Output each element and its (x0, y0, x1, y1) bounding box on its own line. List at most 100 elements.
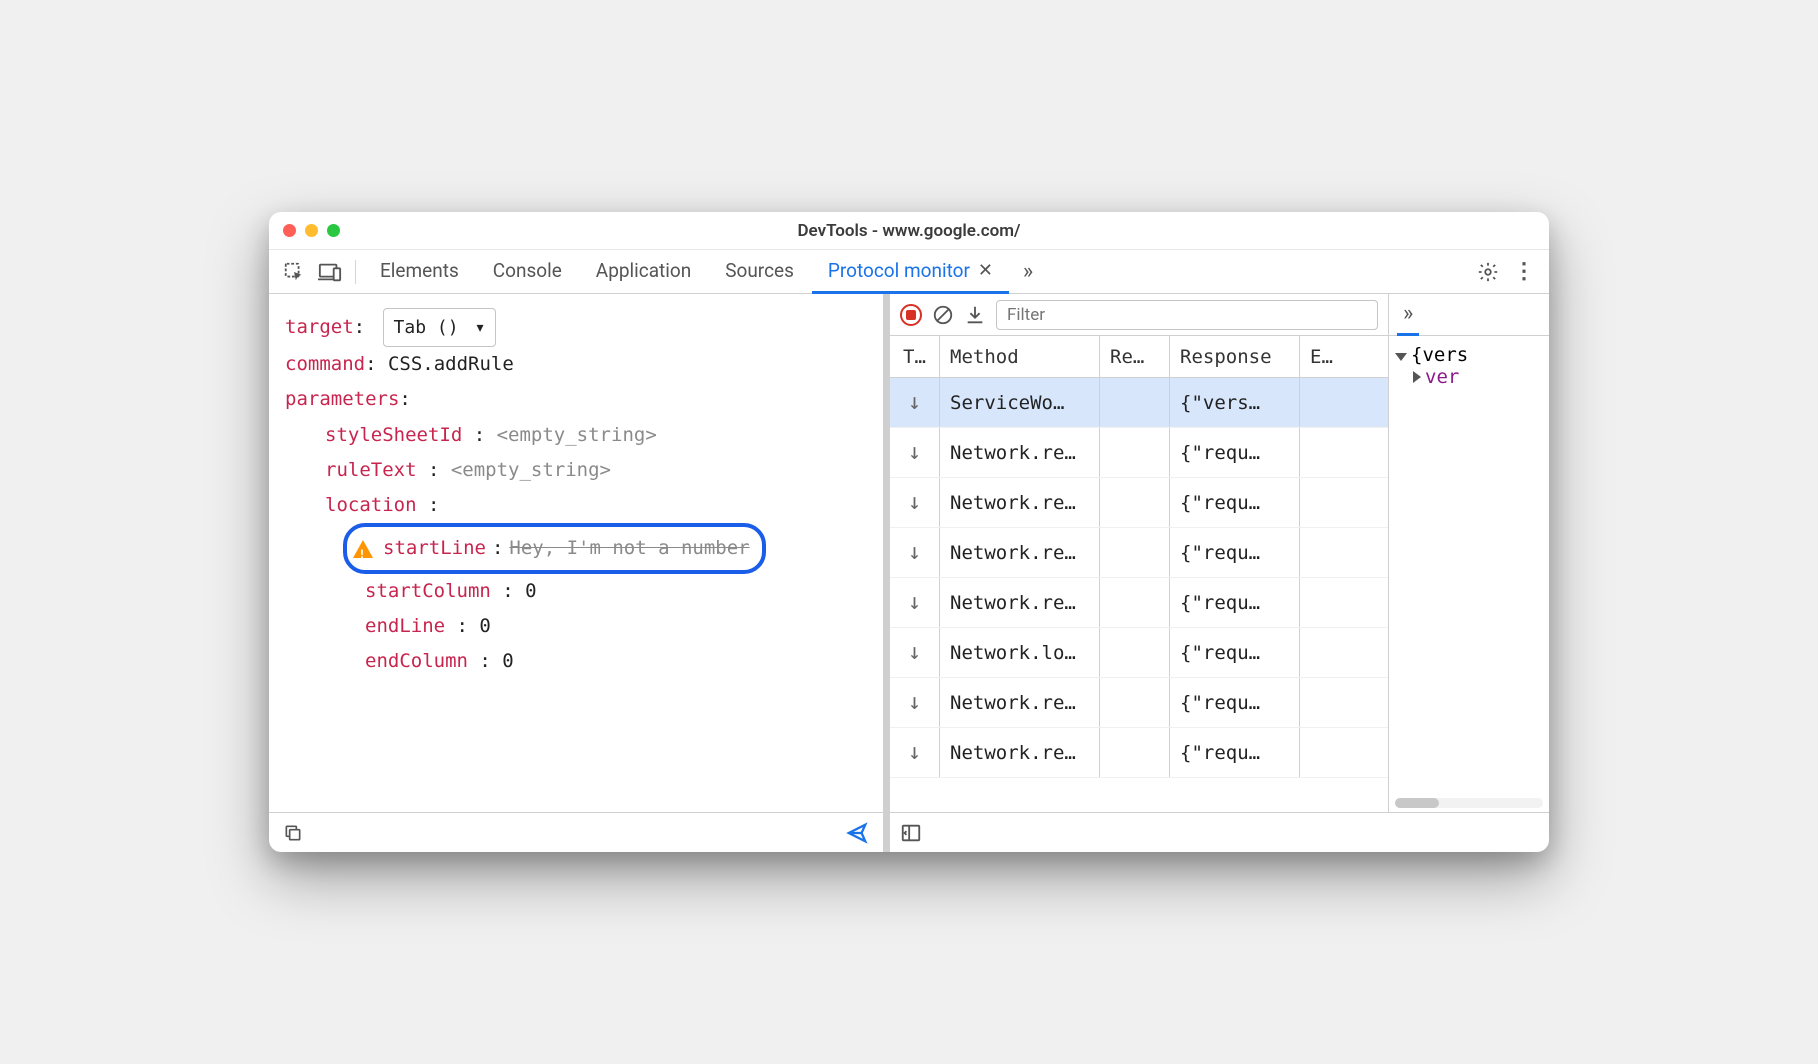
arrow-down-icon: ↓ (908, 440, 921, 465)
filter-input[interactable] (996, 300, 1378, 330)
tabbar-divider (355, 260, 356, 284)
content-area: target: Tab () ▾ command: CSS.addRule pa… (269, 294, 1549, 852)
command-value: CSS.addRule (388, 353, 514, 375)
device-toolbar-icon[interactable] (313, 255, 347, 289)
record-button[interactable] (900, 304, 922, 326)
tree-root[interactable]: {vers (1395, 344, 1543, 366)
param-stylesheetid-key: styleSheetId (325, 424, 462, 446)
tab-sources[interactable]: Sources (709, 250, 810, 294)
table-row[interactable]: ↓ServiceWo…{"vers… (890, 378, 1388, 428)
cell-request (1100, 728, 1170, 777)
cell-response: {"requ… (1170, 528, 1300, 577)
expand-icon[interactable] (1395, 353, 1407, 361)
arrow-down-icon: ↓ (908, 640, 921, 665)
table-row[interactable]: ↓ Network.re… {"requ… (890, 428, 1388, 478)
tab-protocol-monitor[interactable]: Protocol monitor ✕ (812, 250, 1009, 294)
cell-method: Network.re… (940, 728, 1100, 777)
table-row[interactable]: ↓ Network.re… {"requ… (890, 678, 1388, 728)
clear-button[interactable] (932, 304, 954, 326)
main-tabbar: Elements Console Application Sources Pro… (269, 250, 1549, 294)
protocol-toolbar (890, 294, 1388, 336)
window-title: DevTools - www.google.com/ (269, 221, 1549, 241)
target-label: target (285, 316, 354, 338)
cell-method: Network.lo… (940, 628, 1100, 677)
arrow-down-icon: ↓ (908, 590, 921, 615)
cell-method: Network.re… (940, 478, 1100, 527)
warning-icon (353, 540, 373, 558)
th-type[interactable]: T… (890, 336, 940, 377)
cell-request (1100, 428, 1170, 477)
param-endline-key: endLine (365, 615, 445, 637)
table-row[interactable]: ↓ Network.lo… {"requ… (890, 628, 1388, 678)
more-side-tabs-icon[interactable]: » (1397, 294, 1419, 336)
param-ruletext-value[interactable]: <empty_string> (451, 459, 611, 481)
arrow-down-icon: ↓ (908, 490, 921, 515)
th-request[interactable]: Re… (1100, 336, 1170, 377)
th-method[interactable]: Method (940, 336, 1100, 377)
minimize-window-button[interactable] (305, 224, 318, 237)
arrow-down-icon: ↓ (908, 740, 921, 765)
tab-elements[interactable]: Elements (364, 250, 475, 294)
param-startline-value[interactable]: Hey, I'm not a number (509, 531, 749, 566)
cell-elapsed (1300, 378, 1350, 427)
chevron-down-icon: ▾ (475, 311, 486, 344)
cell-request (1100, 528, 1170, 577)
cell-elapsed (1300, 628, 1350, 677)
collapse-icon[interactable] (1413, 371, 1421, 383)
table-row[interactable]: ↓ Network.re… {"requ… (890, 728, 1388, 778)
cell-request (1100, 478, 1170, 527)
th-response[interactable]: Response (1170, 336, 1300, 377)
toggle-drawer-icon[interactable] (900, 822, 922, 844)
cell-request (1100, 628, 1170, 677)
cell-response: {"requ… (1170, 678, 1300, 727)
cell-elapsed (1300, 678, 1350, 727)
table-header: T… Method Re… Response E… (890, 336, 1388, 378)
cell-request (1100, 678, 1170, 727)
cell-response: {"requ… (1170, 628, 1300, 677)
param-stylesheetid-value[interactable]: <empty_string> (497, 424, 657, 446)
table-body[interactable]: ↓ServiceWo…{"vers…↓Network.re…{"requ…↓Ne… (890, 378, 1388, 812)
settings-icon[interactable] (1471, 255, 1505, 289)
tab-console[interactable]: Console (477, 250, 578, 294)
cell-elapsed (1300, 528, 1350, 577)
close-tab-icon[interactable]: ✕ (978, 260, 993, 281)
close-window-button[interactable] (283, 224, 296, 237)
details-sidepanel: » {vers ver (1389, 294, 1549, 812)
kebab-menu-icon[interactable]: ⋮ (1507, 255, 1541, 289)
arrow-down-icon: ↓ (908, 690, 921, 715)
send-command-button[interactable] (845, 822, 869, 844)
th-elapsed[interactable]: E… (1300, 336, 1350, 377)
cell-request (1100, 578, 1170, 627)
devtools-window: DevTools - www.google.com/ Elements Cons… (269, 212, 1549, 852)
protocol-table-wrap: T… Method Re… Response E… ↓ServiceWo…{"v… (890, 294, 1389, 812)
cell-response: {"requ… (1170, 728, 1300, 777)
cell-response: {"requ… (1170, 428, 1300, 477)
param-endcolumn-value[interactable]: 0 (502, 650, 513, 672)
cell-request (1100, 378, 1170, 427)
target-selector[interactable]: Tab () ▾ (383, 308, 497, 347)
tree-child[interactable]: ver (1395, 366, 1543, 388)
more-tabs-icon[interactable]: » (1011, 255, 1045, 289)
copy-icon[interactable] (283, 823, 303, 843)
table-row[interactable]: ↓Network.re…{"requ… (890, 528, 1388, 578)
cell-method: Network.re… (940, 528, 1100, 577)
horizontal-scrollbar[interactable] (1395, 798, 1543, 808)
inspect-element-icon[interactable] (277, 255, 311, 289)
cell-method: Network.re… (940, 678, 1100, 727)
param-startcolumn-value[interactable]: 0 (525, 580, 536, 602)
command-editor[interactable]: target: Tab () ▾ command: CSS.addRule pa… (269, 294, 883, 812)
cell-method: Network.re… (940, 428, 1100, 477)
window-controls (283, 224, 340, 237)
param-endline-value[interactable]: 0 (479, 615, 490, 637)
cell-elapsed (1300, 478, 1350, 527)
cell-response: {"requ… (1170, 578, 1300, 627)
download-button[interactable] (964, 304, 986, 326)
arrow-down-icon: ↓ (908, 390, 921, 415)
table-row[interactable]: ↓Network.re…{"requ… (890, 578, 1388, 628)
tab-application[interactable]: Application (580, 250, 707, 294)
startline-error-highlight: startLine : Hey, I'm not a number (343, 523, 766, 574)
sidepanel-body[interactable]: {vers ver (1389, 336, 1549, 812)
table-row[interactable]: ↓Network.re…{"requ… (890, 478, 1388, 528)
cell-elapsed (1300, 578, 1350, 627)
maximize-window-button[interactable] (327, 224, 340, 237)
